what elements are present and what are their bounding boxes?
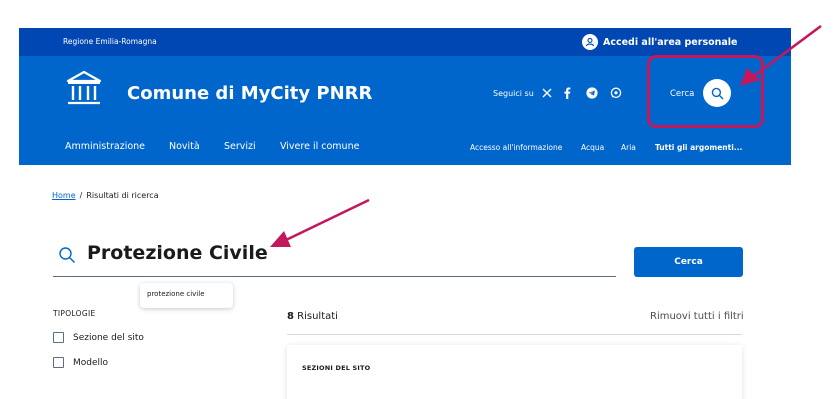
result-card[interactable]: SEZIONI DEL SITO [287,345,742,399]
nav-acqua[interactable]: Acqua [581,143,604,152]
breadcrumb-current: Risultati di ricerca [86,191,159,200]
results-number: 8 [287,311,294,322]
slim-header: Regione Emilia-Romagna Accedi all'area p… [19,28,791,56]
pa-building-logo[interactable] [65,69,103,107]
facebook-icon[interactable] [560,86,574,100]
results-label: Risultati [297,311,338,322]
nav-novita[interactable]: Novità [169,141,200,152]
nav-vivere-il-comune[interactable]: Vivere il comune [280,141,359,152]
arrow-annotation-search [740,24,822,86]
search-submit-button[interactable]: Cerca [634,247,743,277]
reset-filters-link[interactable]: Rimuovi tutti i filtri [650,311,744,322]
breadcrumb: Home / Risultati di ricerca [52,191,159,200]
search-field[interactable]: Protezione Civile [53,239,616,277]
checkbox[interactable] [53,332,64,343]
main-navigation: Amministrazione Novità Servizi Vivere il… [19,136,791,165]
filter-sezione-del-sito[interactable]: Sezione del sito [53,332,144,343]
nav-aria[interactable]: Aria [621,143,636,152]
autocomplete-suggestion[interactable]: protezione civile [140,283,233,308]
social-label: Seguici su [493,89,534,98]
filter-title: TIPOLOGIE [53,309,96,318]
filter-label: Modello [73,357,109,368]
nav-servizi[interactable]: Servizi [224,141,256,152]
site-title[interactable]: Comune di MyCity PNRR [127,83,372,104]
divider [287,334,742,335]
user-icon [582,34,598,50]
filter-modello[interactable]: Modello [53,357,108,368]
search-icon [59,247,75,263]
login-label: Accedi all'area personale [603,36,738,48]
region-link[interactable]: Regione Emilia-Romagna [63,37,157,46]
nav-tutti-gli-argomenti[interactable]: Tutti gli argomenti... [655,143,742,152]
filter-label: Sezione del sito [73,332,144,343]
search-input[interactable]: Protezione Civile [87,242,268,264]
result-category: SEZIONI DEL SITO [302,364,371,372]
nav-accesso-informazione[interactable]: Accesso all'informazione [470,143,562,152]
nav-amministrazione[interactable]: Amministrazione [65,141,145,152]
whatsapp-icon[interactable] [609,86,623,100]
results-count: 8 Risultati [287,311,338,322]
checkbox[interactable] [53,357,64,368]
breadcrumb-home[interactable]: Home [52,191,76,200]
login-link[interactable]: Accedi all'area personale [582,34,738,50]
x-icon[interactable] [540,86,554,100]
breadcrumb-separator: / [79,191,83,200]
telegram-icon[interactable] [585,86,599,100]
